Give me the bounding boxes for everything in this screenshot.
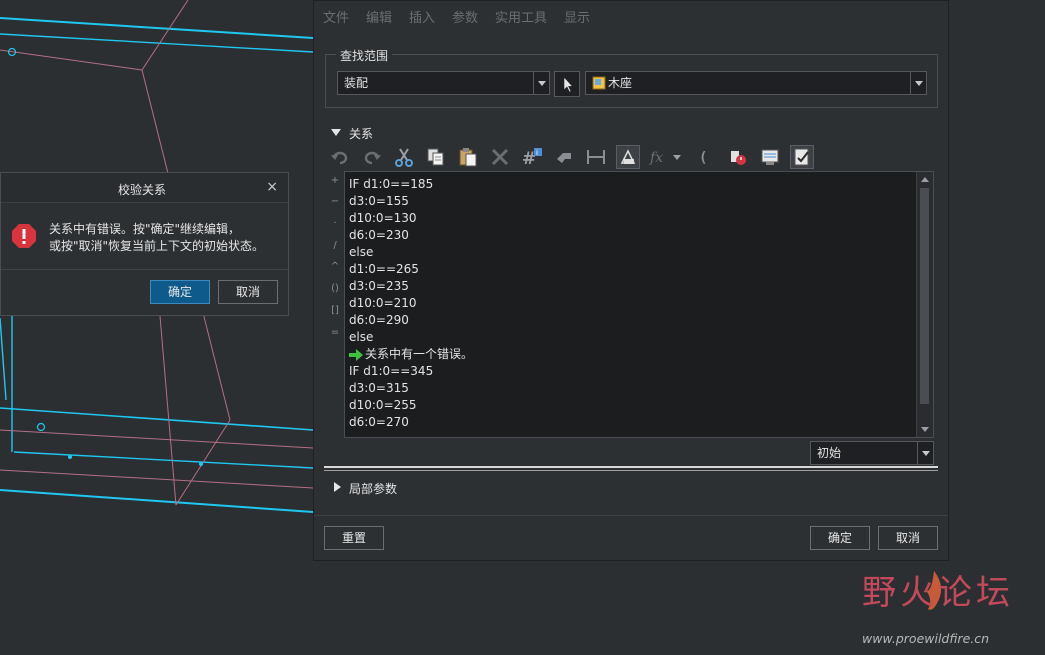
dimension-icon[interactable]: [584, 145, 608, 169]
popup-message-line2: 或按"取消"恢复当前上下文的初始状态。: [49, 239, 265, 253]
function-dropdown-icon[interactable]: [671, 145, 683, 169]
scroll-up-icon[interactable]: [921, 177, 929, 182]
scope-type-select[interactable]: 装配: [337, 71, 550, 95]
undo-icon[interactable]: [328, 145, 352, 169]
ok-button[interactable]: 确定: [810, 526, 870, 550]
relation-line[interactable]: d10:0=255: [349, 397, 473, 414]
verify-relations-popup: 校验关系 × 关系中有错误。按"确定"继续编辑， 或按"取消"恢复当前上下文的初…: [0, 172, 289, 316]
close-icon[interactable]: ×: [266, 179, 278, 195]
relation-line[interactable]: IF d1:0==345: [349, 363, 473, 380]
collapse-relations-icon[interactable]: [331, 129, 341, 136]
svg-text:i: i: [536, 149, 538, 157]
relations-editor[interactable]: IF d1:0==185 d3:0=155 d10:0=130 d6:0=230…: [344, 171, 934, 438]
minus-icon[interactable]: −: [330, 197, 340, 207]
relation-line[interactable]: d6:0=230: [349, 227, 473, 244]
show-dimension-icon[interactable]: [758, 145, 782, 169]
relation-line[interactable]: else: [349, 244, 473, 261]
parentheses-icon[interactable]: (): [330, 284, 340, 294]
error-icon: [12, 224, 36, 248]
chevron-down-icon[interactable]: [910, 72, 926, 94]
forum-watermark: 野火论坛 www.proewildfire.cn: [860, 565, 1040, 650]
relation-line[interactable]: d10:0=130: [349, 210, 473, 227]
cancel-button[interactable]: 取消: [878, 526, 938, 550]
relations-lines: IF d1:0==185 d3:0=155 d10:0=130 d6:0=230…: [349, 176, 473, 431]
chevron-down-icon[interactable]: [917, 442, 933, 464]
error-line[interactable]: 关系中有一个错误。: [349, 346, 473, 363]
menu-file[interactable]: 文件: [323, 7, 349, 26]
watermark-text: 野火论坛: [862, 573, 1014, 613]
popup-message: 关系中有错误。按"确定"继续编辑， 或按"取消"恢复当前上下文的初始状态。: [49, 221, 264, 255]
popup-message-line1: 关系中有错误。按"确定"继续编辑，: [49, 222, 241, 236]
watermark-url: www.proewildfire.cn: [862, 631, 990, 646]
paste-icon[interactable]: [456, 145, 480, 169]
divide-icon[interactable]: /: [330, 241, 340, 251]
verify-relations-icon[interactable]: [790, 145, 814, 169]
section-splitter[interactable]: [324, 466, 938, 468]
popup-cancel-button[interactable]: 取消: [218, 280, 278, 304]
relations-section-title[interactable]: 关系: [349, 125, 373, 142]
menu-utilities[interactable]: 实用工具: [495, 7, 547, 26]
scope-type-value: 装配: [344, 76, 369, 90]
equals-icon[interactable]: =: [330, 328, 340, 338]
svg-text:fx: fx: [649, 150, 663, 166]
relation-line[interactable]: d10:0=210: [349, 295, 473, 312]
menu-display[interactable]: 显示: [564, 7, 590, 26]
sort-relations-icon[interactable]: [616, 145, 640, 169]
menubar: 文件 编辑 插入 参数 实用工具 显示: [314, 1, 948, 29]
power-icon[interactable]: ^: [330, 262, 340, 272]
footer-divider: [314, 515, 948, 516]
relation-line[interactable]: d3:0=315: [349, 380, 473, 397]
error-line-text: 关系中有一个错误。: [365, 347, 474, 361]
scroll-down-icon[interactable]: [921, 427, 929, 432]
brackets-icon[interactable]: []: [330, 306, 340, 316]
select-model-button[interactable]: [554, 71, 580, 97]
find-scope-title: 查找范围: [336, 47, 393, 64]
popup-divider: [1, 269, 288, 270]
function-icon[interactable]: fx: [648, 145, 672, 169]
error-arrow-icon: [349, 348, 363, 361]
chevron-down-icon[interactable]: [533, 72, 549, 94]
svg-text:( ): ( ): [699, 150, 716, 166]
relation-line[interactable]: IF d1:0==185: [349, 176, 473, 193]
scope-model-value: 木座: [608, 76, 633, 90]
relation-line[interactable]: d6:0=290: [349, 312, 473, 329]
relation-line[interactable]: d3:0=235: [349, 278, 473, 295]
menu-insert[interactable]: 插入: [409, 7, 435, 26]
braces-icon[interactable]: ( ): [694, 145, 718, 169]
units-select[interactable]: 初始: [810, 441, 934, 465]
insert-feature-icon[interactable]: [552, 145, 576, 169]
relation-line[interactable]: d3:0=155: [349, 193, 473, 210]
cut-icon[interactable]: [392, 145, 416, 169]
units-value: 初始: [817, 446, 842, 460]
scroll-thumb[interactable]: [920, 188, 929, 404]
section-splitter-line: [324, 470, 938, 471]
insert-parameter-icon[interactable]: # i: [520, 145, 544, 169]
part-icon: [592, 76, 606, 90]
popup-title: 校验关系: [118, 183, 167, 197]
menu-parameters[interactable]: 参数: [452, 7, 478, 26]
relation-line[interactable]: else: [349, 329, 473, 346]
editor-scrollbar[interactable]: [916, 172, 933, 437]
copy-icon[interactable]: [424, 145, 448, 169]
multiply-icon[interactable]: ·: [330, 219, 340, 229]
evaluate-icon[interactable]: [726, 145, 750, 169]
relation-line[interactable]: d6:0=270: [349, 414, 473, 431]
redo-icon[interactable]: [360, 145, 384, 169]
add-line-icon[interactable]: +: [330, 176, 340, 186]
popup-titlebar[interactable]: 校验关系 ×: [1, 173, 288, 203]
popup-ok-button[interactable]: 确定: [150, 280, 210, 304]
local-params-title[interactable]: 局部参数: [349, 480, 397, 497]
menu-edit[interactable]: 编辑: [366, 7, 392, 26]
delete-icon[interactable]: [488, 145, 512, 169]
cursor-arrow-icon: [563, 76, 574, 93]
expand-local-params-icon[interactable]: [334, 482, 341, 492]
scope-model-select[interactable]: 木座: [585, 71, 927, 95]
reset-button[interactable]: 重置: [324, 526, 384, 550]
relation-line[interactable]: d1:0==265: [349, 261, 473, 278]
relations-dialog: 文件 编辑 插入 参数 实用工具 显示 查找范围 装配 木座 关系 # i fx…: [313, 0, 949, 561]
